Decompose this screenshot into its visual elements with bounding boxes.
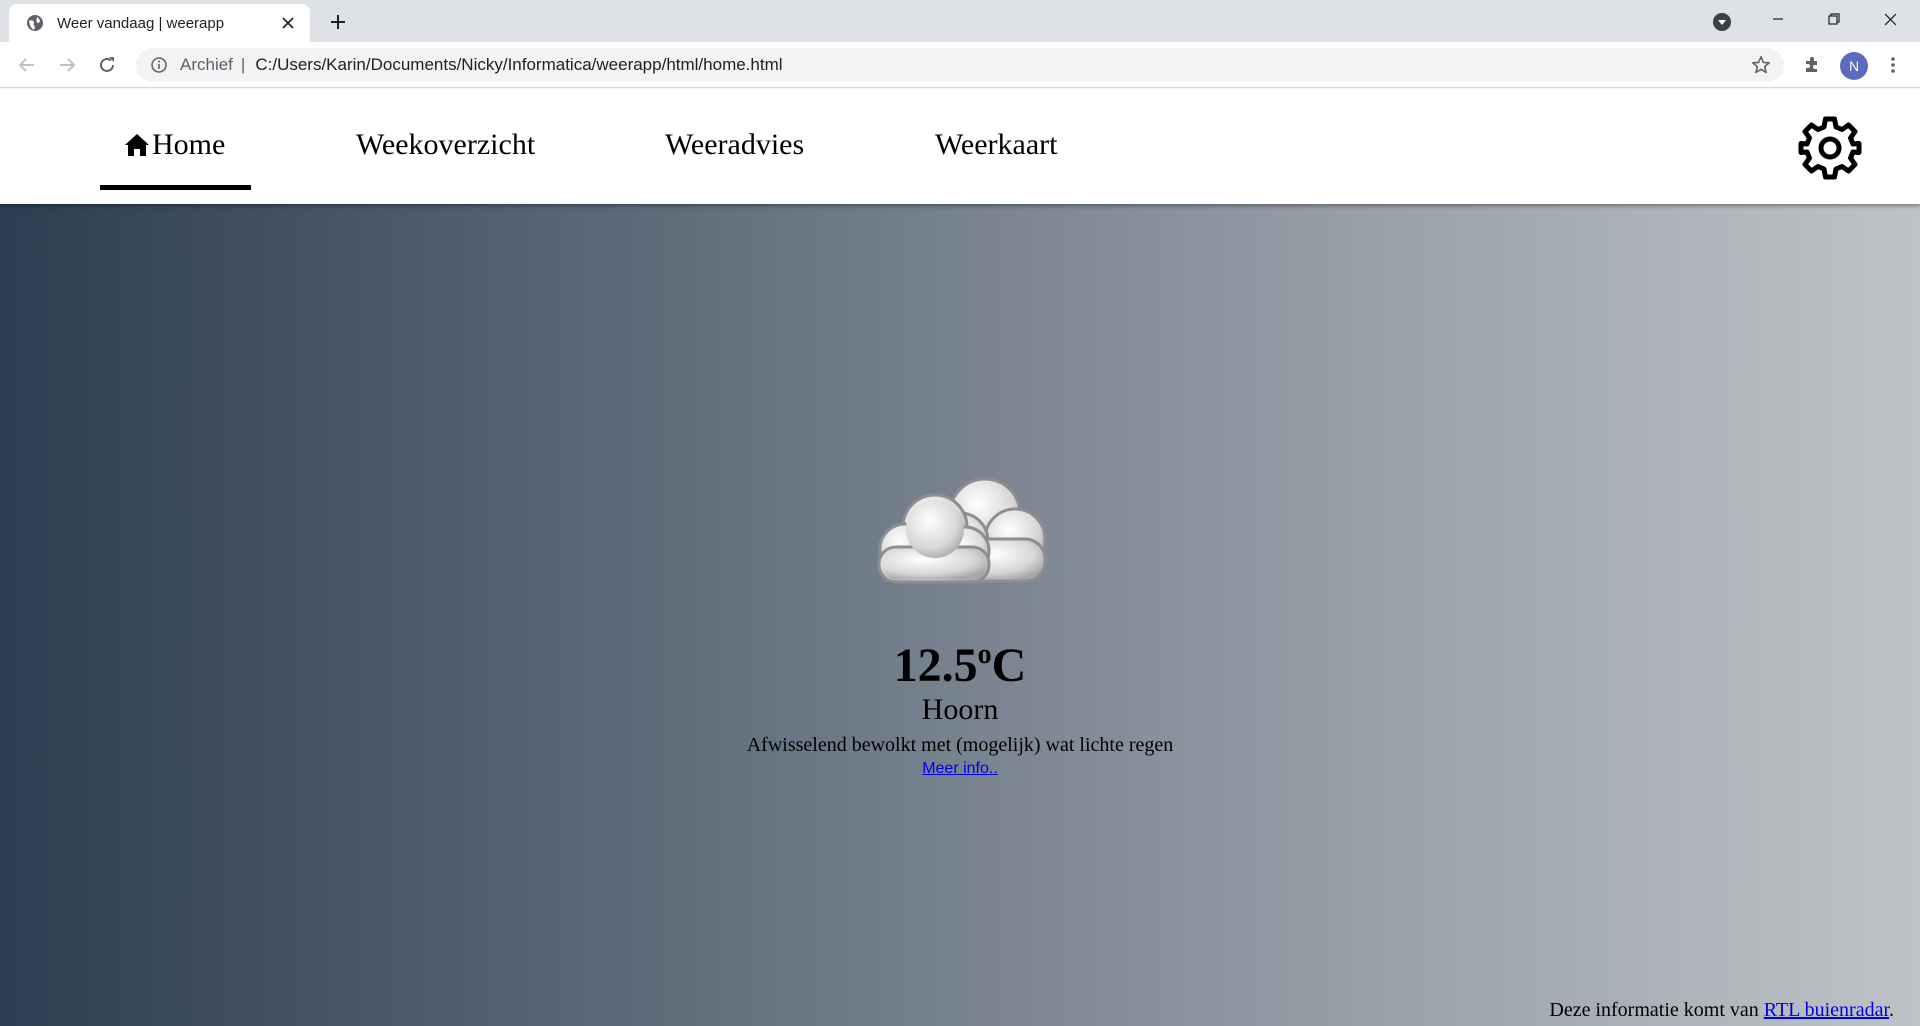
extensions-puzzle-icon[interactable] (1797, 50, 1827, 80)
bookmark-star-icon[interactable] (1750, 54, 1772, 76)
home-icon (124, 132, 150, 158)
nav-weekoverzicht[interactable]: Weekoverzicht (356, 125, 535, 165)
browser-tab[interactable]: Weer vandaag | weerapp (9, 4, 310, 42)
browser-tabstrip: Weer vandaag | weerapp (0, 0, 1920, 42)
reload-button[interactable] (92, 50, 122, 80)
source-credit: Deze informatie komt van RTL buienradar. (1549, 999, 1894, 1022)
cloud-icon (877, 477, 1047, 584)
temperature-value: 12.5 (893, 639, 978, 692)
nav-weerkaart[interactable]: Weerkaart (935, 125, 1058, 165)
gear-icon[interactable] (1796, 114, 1864, 182)
back-button[interactable] (12, 50, 42, 80)
new-tab-button[interactable] (325, 9, 351, 35)
info-icon[interactable] (150, 56, 168, 74)
address-separator: | (240, 55, 246, 74)
nav-weekoverzicht-label: Weekoverzicht (356, 128, 536, 161)
close-window-button[interactable] (1862, 0, 1918, 38)
restore-button[interactable] (1806, 0, 1862, 38)
tab-title: Weer vandaag | weerapp (57, 14, 225, 32)
browser-toolbar: Archief | C:/Users/Karin/Documents/Nicky… (0, 42, 1920, 88)
address-bar[interactable]: Archief | C:/Users/Karin/Documents/Nicky… (136, 48, 1784, 82)
nav-home[interactable]: Home (124, 125, 225, 165)
temperature-unit: C (991, 639, 1027, 692)
tab-search-icon[interactable] (1710, 10, 1734, 34)
tab-close-icon[interactable] (278, 13, 298, 33)
weather-card: 12.5oC Hoorn Afwisselend bewolkt met (mo… (560, 469, 1360, 778)
weather-description: Afwisselend bewolkt met (mogelijk) wat l… (746, 734, 1174, 756)
page-content: Home Weekoverzicht Weeradvies Weerkaart (0, 89, 1920, 1026)
nav-weeradvies-label: Weeradvies (665, 128, 805, 161)
nav-weerkaart-label: Weerkaart (935, 128, 1058, 161)
main-navbar: Home Weekoverzicht Weeradvies Weerkaart (0, 89, 1920, 204)
rtl-buienradar-link[interactable]: RTL buienradar (1764, 999, 1889, 1021)
degree-symbol: o (977, 639, 992, 670)
browser-menu-icon[interactable] (1878, 50, 1908, 80)
address-prefix: Archief (180, 55, 233, 74)
credit-suffix: . (1889, 999, 1894, 1021)
minimize-button[interactable] (1750, 0, 1806, 38)
more-info-link[interactable]: Meer info.. (922, 760, 998, 778)
temperature: 12.5oC (560, 629, 1360, 692)
city-name: Hoorn (921, 693, 999, 726)
profile-avatar[interactable]: N (1840, 52, 1868, 80)
credit-prefix: Deze informatie komt van (1549, 999, 1764, 1021)
url-text[interactable]: C:/Users/Karin/Documents/Nicky/Informati… (255, 55, 1750, 75)
active-nav-indicator (100, 185, 251, 190)
forward-button[interactable] (52, 50, 82, 80)
globe-icon (25, 13, 45, 33)
nav-home-label: Home (152, 128, 226, 161)
nav-weeradvies[interactable]: Weeradvies (665, 125, 804, 165)
